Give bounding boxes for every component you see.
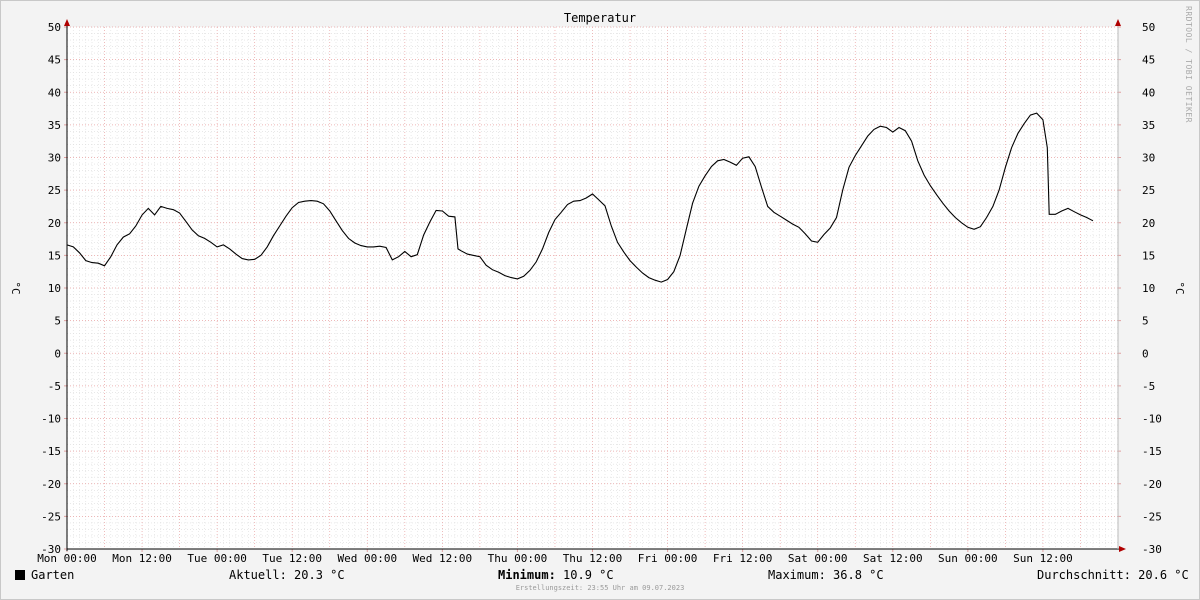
- y-axis-label-right: °C: [1173, 281, 1186, 294]
- legend-max: Maximum: 36.8 °C: [768, 568, 884, 582]
- x-axis-arrow: [1119, 546, 1126, 552]
- x-tick-label: Sat 12:00: [863, 552, 923, 565]
- y-tick-label-right: -5: [1142, 380, 1155, 393]
- x-tick-label: Tue 00:00: [187, 552, 247, 565]
- legend-min-value: 10.9 °C: [563, 568, 614, 582]
- y-tick-label-left: 50: [48, 21, 61, 34]
- y-tick-label-left: 25: [48, 184, 61, 197]
- x-tick-label: Sat 00:00: [788, 552, 848, 565]
- y-tick-label-left: 5: [54, 315, 61, 328]
- legend-series: Garten: [15, 568, 74, 582]
- legend-avg-label: Durchschnitt:: [1037, 568, 1131, 582]
- y-tick-label-right: 45: [1142, 54, 1155, 67]
- legend-avg: Durchschnitt: 20.6 °C: [1037, 568, 1189, 582]
- y-tick-label-left: -20: [41, 478, 61, 491]
- x-tick-label: Mon 12:00: [112, 552, 172, 565]
- y-tick-label-left: 40: [48, 86, 61, 99]
- y-tick-label-right: 10: [1142, 282, 1155, 295]
- legend-current-label: Aktuell:: [229, 568, 287, 582]
- y-axis-arrow-right: [1115, 19, 1121, 26]
- legend-min-label: Minimum:: [498, 568, 556, 582]
- x-tick-label: Wed 12:00: [413, 552, 473, 565]
- y-tick-label-right: -25: [1142, 510, 1162, 523]
- x-tick-label: Sun 12:00: [1013, 552, 1073, 565]
- y-tick-label-right: 35: [1142, 119, 1155, 132]
- x-tick-label: Sun 00:00: [938, 552, 998, 565]
- y-tick-label-right: 25: [1142, 184, 1155, 197]
- x-tick-label: Mon 00:00: [37, 552, 97, 565]
- y-tick-label-left: -15: [41, 445, 61, 458]
- y-tick-label-left: 0: [54, 347, 61, 360]
- chart-title: Temperatur: [564, 11, 636, 25]
- y-axis-arrow-left: [64, 19, 70, 26]
- rrdtool-watermark: RRDTOOL / TOBI OETIKER: [1184, 6, 1193, 123]
- x-axis: Mon 00:00 Mon 12:00 Tue 00:00 Tue 12:00 Wed …: [37, 549, 1073, 565]
- y-tick-label-left: 35: [48, 119, 61, 132]
- x-tick-label: Wed 00:00: [337, 552, 397, 565]
- x-tick-label: Thu 12:00: [563, 552, 623, 565]
- temperature-chart: -30-25-20-15-10-505101520253035404550 -3…: [9, 6, 1193, 565]
- footer-timestamp: Erstellungszeit: 23:55 Uhr am 09.07.2023: [515, 584, 685, 592]
- y-tick-label-right: 20: [1142, 217, 1155, 230]
- y-tick-label-right: -15: [1142, 445, 1162, 458]
- y-tick-label-left: -25: [41, 510, 61, 523]
- y-tick-label-left: 15: [48, 249, 61, 262]
- y-tick-label-right: 15: [1142, 249, 1155, 262]
- y-tick-label-right: 50: [1142, 21, 1155, 34]
- y-tick-label-right: 0: [1142, 347, 1149, 360]
- legend-series-label: Garten: [31, 568, 75, 582]
- y-axis-label-left: °C: [9, 281, 22, 294]
- legend-min: Minimum: 10.9 °C: [498, 568, 614, 582]
- legend-current-value: 20.3 °C: [294, 568, 345, 582]
- x-tick-label: Thu 00:00: [488, 552, 548, 565]
- y-tick-label-left: -10: [41, 413, 61, 426]
- legend-swatch: [15, 570, 25, 580]
- y-axis-left: -30-25-20-15-10-505101520253035404550: [41, 21, 67, 556]
- y-tick-label-right: 40: [1142, 86, 1155, 99]
- legend-max-label: Maximum:: [768, 568, 826, 582]
- y-axis-right: -30 -25 -20 -15 -10 -5 0 5 10 15 20 25 30 35 40 45 50: [1118, 21, 1162, 556]
- legend-avg-value: 20.6 °C: [1138, 568, 1189, 582]
- y-tick-label-left: 30: [48, 152, 61, 165]
- y-tick-label-left: 20: [48, 217, 61, 230]
- y-tick-label-right: -30: [1142, 543, 1162, 556]
- y-tick-label-left: 45: [48, 54, 61, 67]
- legend: Garten Aktuell: 20.3 °C Minimum: 10.9 °C…: [0, 566, 1200, 586]
- legend-max-value: 36.8 °C: [833, 568, 884, 582]
- y-tick-label-right: -20: [1142, 478, 1162, 491]
- y-tick-label-left: 10: [48, 282, 61, 295]
- y-tick-label-left: -5: [48, 380, 61, 393]
- x-tick-label: Fri 12:00: [713, 552, 773, 565]
- y-tick-label-right: 5: [1142, 315, 1149, 328]
- x-tick-label: Fri 00:00: [638, 552, 698, 565]
- x-tick-label: Tue 12:00: [262, 552, 322, 565]
- y-tick-label-right: 30: [1142, 152, 1155, 165]
- legend-current: Aktuell: 20.3 °C: [229, 568, 345, 582]
- y-tick-label-right: -10: [1142, 413, 1162, 426]
